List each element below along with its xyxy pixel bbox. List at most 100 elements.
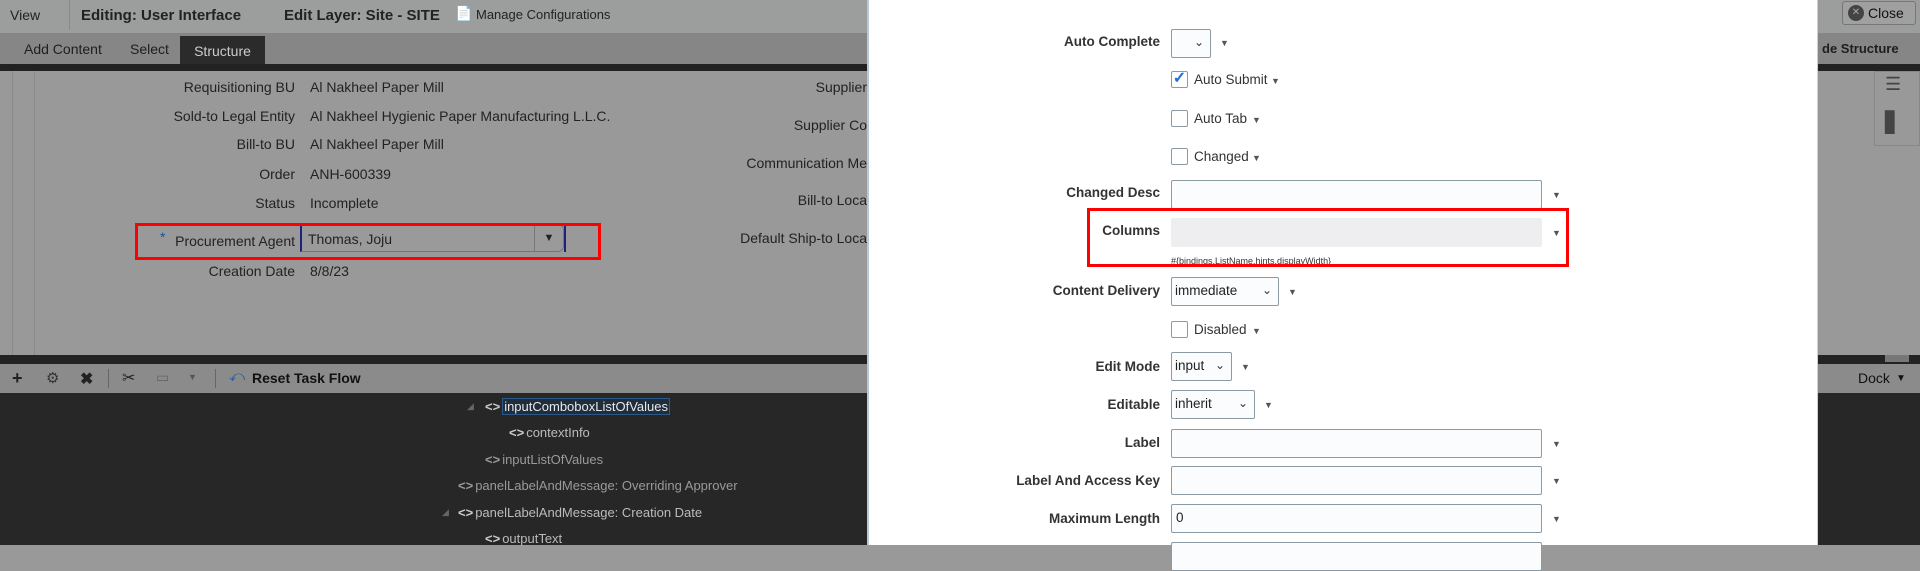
next-property-input[interactable] [1171, 542, 1542, 571]
property-menu-icon[interactable]: ▼ [1552, 439, 1561, 449]
dock-button[interactable]: Dock [1858, 370, 1890, 386]
changed-desc-input[interactable] [1171, 180, 1542, 209]
tree-node[interactable]: <> inputListOfValues [485, 452, 603, 467]
sold-to-legal-entity-value: Al Nakheel Hygienic Paper Manufacturing … [310, 108, 611, 124]
chevron-down-icon: ⌄ [1214, 358, 1225, 372]
auto-submit-label: Auto Submit [1194, 72, 1268, 87]
tree-node[interactable]: <> panelLabelAndMessage: Overriding Appro… [458, 478, 738, 493]
tab-select[interactable]: Select [130, 41, 169, 57]
bar-chart-icon[interactable]: ▋ [1885, 110, 1900, 135]
auto-complete-label: Auto Complete [1064, 34, 1160, 49]
tree-node[interactable]: <> outputText [485, 531, 562, 546]
creation-date-label: Creation Date [208, 263, 295, 279]
highlight-box [1087, 208, 1569, 267]
view-menu[interactable]: View [10, 7, 40, 23]
collapse-icon[interactable]: ◢ [442, 507, 449, 518]
label-input[interactable] [1171, 429, 1542, 458]
edit-gear-icon[interactable]: ⚙ [46, 369, 59, 387]
close-button[interactable]: ✕ Close [1842, 1, 1916, 25]
changed-checkbox[interactable] [1171, 148, 1188, 165]
disabled-label: Disabled [1194, 322, 1247, 337]
delete-icon[interactable]: ✖ [80, 369, 93, 389]
list-icon[interactable]: ☰ [1885, 74, 1901, 95]
auto-tab-label: Auto Tab [1194, 111, 1248, 126]
bill-to-location-label: Bill-to Loca [797, 192, 867, 208]
property-menu-icon[interactable]: ▼ [1552, 190, 1561, 200]
tree-node[interactable]: <> inputComboboxListOfValues [485, 398, 670, 415]
maximum-length-input[interactable]: 0 [1171, 504, 1542, 533]
divider [69, 0, 70, 30]
property-menu-icon[interactable]: ▼ [1241, 362, 1250, 372]
tree-node[interactable]: <> panelLabelAndMessage: Creation Date [458, 505, 702, 520]
supplier-contact-label: Supplier Co [793, 117, 867, 133]
bill-to-bu-value: Al Nakheel Paper Mill [310, 136, 444, 152]
tree-node-label: inputListOfValues [502, 452, 604, 467]
creation-date-value: 8/8/23 [310, 263, 349, 279]
paste-menu-chevron-icon[interactable]: ▼ [188, 372, 197, 382]
property-menu-icon[interactable]: ▼ [1264, 400, 1273, 410]
close-label: Close [1868, 5, 1904, 21]
property-menu-icon[interactable]: ▼ [1552, 514, 1561, 524]
close-icon: ✕ [1848, 5, 1864, 21]
tab-structure[interactable]: Structure [180, 36, 265, 64]
edit-mode-value: input [1175, 358, 1205, 373]
tree-node-label: panelLabelAndMessage: Overriding Approve… [475, 478, 738, 493]
sold-to-legal-entity-label: Sold-to Legal Entity [173, 108, 295, 124]
property-menu-icon[interactable]: ▼ [1252, 115, 1261, 125]
property-menu-icon[interactable]: ▼ [1271, 76, 1280, 86]
maximum-length-label: Maximum Length [1048, 511, 1160, 526]
auto-submit-checkbox[interactable]: ✓ [1171, 71, 1188, 88]
editable-value: inherit [1175, 396, 1212, 411]
property-menu-icon[interactable]: ▼ [1252, 153, 1261, 163]
property-menu-icon[interactable]: ▼ [1220, 38, 1229, 48]
auto-tab-checkbox[interactable] [1171, 110, 1188, 127]
hide-structure-button[interactable]: de Structure [1822, 41, 1899, 56]
collapse-icon[interactable]: ◢ [467, 401, 474, 412]
auto-complete-select[interactable]: ⌄ [1171, 29, 1211, 58]
label-and-access-key-label: Label And Access Key [1016, 473, 1160, 488]
content-delivery-value: immediate [1175, 283, 1238, 298]
bill-to-bu-label: Bill-to BU [236, 136, 295, 152]
default-ship-to-location-label: Default Ship-to Loca [740, 230, 867, 246]
chevron-down-icon: ⌄ [1237, 396, 1248, 410]
requisitioning-bu-value: Al Nakheel Paper Mill [310, 79, 444, 95]
property-menu-icon[interactable]: ▼ [1552, 476, 1561, 486]
label-and-access-key-input[interactable] [1171, 466, 1542, 495]
chevron-down-icon: ⌄ [1193, 35, 1204, 49]
hidden-component-icon: <> [458, 478, 474, 493]
property-menu-icon[interactable]: ▼ [1288, 287, 1297, 297]
label-label: Label [1124, 435, 1160, 450]
tree-node[interactable]: <> contextInfo [509, 425, 590, 440]
order-value: ANH-600339 [310, 166, 391, 182]
disabled-checkbox[interactable] [1171, 321, 1188, 338]
editable-select[interactable]: inherit ⌄ [1171, 390, 1255, 419]
add-icon[interactable]: + [12, 368, 23, 389]
property-menu-icon[interactable]: ▼ [1252, 326, 1261, 336]
highlight-box [135, 223, 601, 260]
divider [215, 369, 216, 388]
collapse-panel-button[interactable] [1885, 355, 1909, 362]
component-icon: <> [458, 505, 474, 520]
tab-add-content[interactable]: Add Content [24, 41, 102, 57]
supplier-label: Supplier [815, 79, 867, 95]
edit-mode-select[interactable]: input ⌄ [1171, 352, 1232, 381]
hidden-component-icon: <> [485, 452, 501, 467]
communication-method-label: Communication Me [746, 155, 867, 171]
dock-chevron-icon[interactable]: ▼ [1896, 373, 1906, 384]
reset-task-flow-button[interactable]: Reset Task Flow [252, 370, 361, 386]
status-value: Incomplete [310, 195, 379, 211]
manage-configurations-icon: 📄 [455, 5, 473, 21]
property-inspector-dialog: Auto Complete ⌄ ▼ ✓ Auto Submit ▼ Auto T… [867, 0, 1818, 571]
component-icon: <> [509, 425, 525, 440]
manage-configurations-link[interactable]: Manage Configurations [476, 7, 610, 22]
editable-label: Editable [1107, 397, 1160, 412]
content-delivery-select[interactable]: immediate ⌄ [1171, 277, 1279, 306]
cut-icon[interactable]: ✂ [122, 368, 135, 388]
changed-desc-label: Changed Desc [1066, 185, 1160, 200]
edit-mode-label: Edit Mode [1095, 359, 1161, 374]
component-icon: <> [485, 399, 501, 414]
paste-icon[interactable]: ▭ [156, 369, 169, 386]
divider [108, 369, 109, 388]
chevron-down-icon: ⌄ [1261, 283, 1272, 297]
undo-icon[interactable]: ⤺ [229, 368, 245, 385]
